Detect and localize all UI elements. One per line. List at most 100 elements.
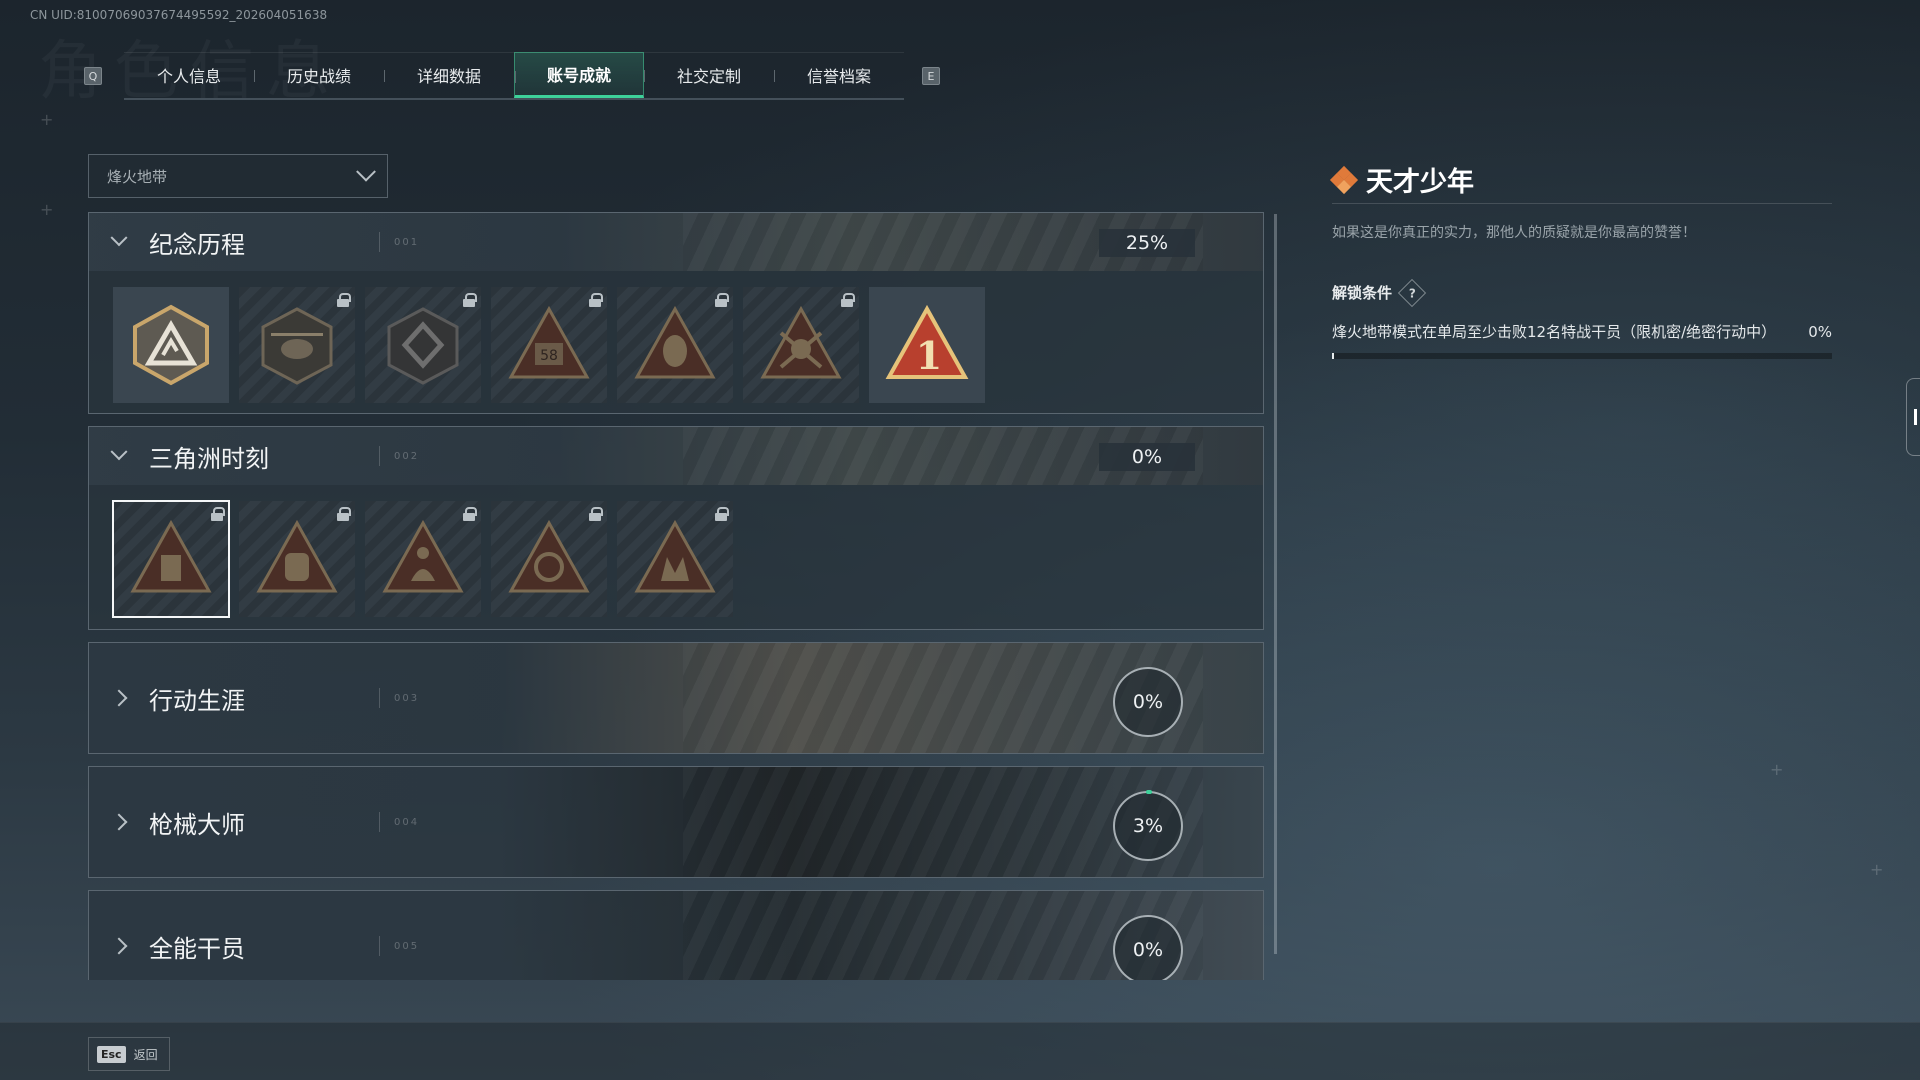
badge-tile[interactable] <box>239 287 355 403</box>
lock-icon <box>211 507 225 521</box>
condition-percent: 0% <box>1808 323 1832 341</box>
badge-tile[interactable] <box>365 287 481 403</box>
mask-badge-icon <box>256 519 338 593</box>
globe-badge-icon <box>508 519 590 593</box>
badge-tile[interactable] <box>491 501 607 617</box>
achievement-detail-panel: 天才少年 如果这是你真正的实力，那他人的质疑就是你最高的赞誉！ 解锁条件 ? 烽… <box>1329 164 1832 359</box>
tab-credit-record[interactable]: 信誉档案 <box>774 52 904 98</box>
divider <box>379 446 380 466</box>
mode-dropdown-value: 烽火地带 <box>107 167 168 186</box>
number-one-badge-icon: 1 <box>885 304 969 379</box>
deco-plus-icon: + <box>40 110 54 129</box>
divider <box>379 232 380 252</box>
tab-bar: Q 个人信息 历史战绩 详细数据 账号成就 社交定制 信誉档案 E <box>84 52 950 100</box>
svg-text:1: 1 <box>916 333 942 378</box>
category-all-round-operator: 全能干员 005 0% <box>88 890 1264 980</box>
badge-tile[interactable] <box>617 501 733 617</box>
category-code: 005 <box>394 940 420 952</box>
category-title: 全能干员 <box>149 934 245 963</box>
unlock-condition-title: 解锁条件 <box>1332 284 1393 302</box>
divider <box>379 936 380 956</box>
chevron-right-icon <box>89 689 149 707</box>
lock-icon <box>337 293 351 307</box>
badge-58-icon: 58 <box>508 305 590 379</box>
badge-tile-selected[interactable] <box>112 500 230 618</box>
category-delta-moments: 三角洲时刻 002 0% <box>88 426 1264 630</box>
next-tab-key[interactable]: E <box>922 67 940 85</box>
lock-icon <box>589 293 603 307</box>
detail-header: 天才少年 <box>1329 164 1832 204</box>
tabs: 个人信息 历史战绩 详细数据 账号成就 社交定制 信誉档案 <box>124 52 904 100</box>
detail-description: 如果这是你真正的实力，那他人的质疑就是你最高的赞誉！ <box>1332 225 1696 241</box>
tab-achievements[interactable]: 账号成就 <box>514 52 644 98</box>
category-percent: 0% <box>1132 939 1164 961</box>
lock-icon <box>715 507 729 521</box>
badge-tile[interactable]: 1 <box>869 287 985 403</box>
category-percent: 25% <box>1099 229 1195 257</box>
tab-detailed-data[interactable]: 详细数据 <box>384 52 514 98</box>
badge-tile[interactable] <box>113 287 229 403</box>
soldiers-badge-icon <box>634 519 716 593</box>
esc-key-icon: Esc <box>97 1045 126 1063</box>
lock-icon <box>715 293 729 307</box>
badge-tile[interactable] <box>743 287 859 403</box>
category-title: 枪械大师 <box>149 810 245 839</box>
category-percent-ring: 0% <box>1113 667 1183 737</box>
progress-arc <box>1146 790 1152 794</box>
condition-progress-fill <box>1332 353 1334 359</box>
badge-grid <box>89 485 1263 629</box>
lock-icon <box>463 293 477 307</box>
tab-match-history[interactable]: 历史战绩 <box>254 52 384 98</box>
deco-plus-icon: + <box>1770 760 1784 779</box>
prev-tab-key[interactable]: Q <box>84 67 102 85</box>
condition-progress-bar <box>1332 353 1832 359</box>
category-percent: 0% <box>1132 691 1164 713</box>
mask-badge-icon <box>634 305 716 379</box>
lock-icon <box>463 507 477 521</box>
unlock-condition-label: 解锁条件 ? <box>1332 278 1832 307</box>
divider <box>379 688 380 708</box>
back-button[interactable]: Esc 返回 <box>88 1037 170 1071</box>
category-percent: 3% <box>1132 815 1164 837</box>
category-title: 三角洲时刻 <box>149 444 269 473</box>
category-title: 纪念历程 <box>149 230 245 259</box>
side-drawer-handle[interactable] <box>1906 378 1920 456</box>
category-commemorative: 纪念历程 001 25% 58 1 <box>88 212 1264 414</box>
lock-icon <box>337 507 351 521</box>
skull-swords-badge-icon <box>760 305 842 379</box>
category-percent-ring: 0% <box>1113 915 1183 980</box>
achievement-category-list: 纪念历程 001 25% 58 1 三角洲时刻 002 0% 行动生涯 003 … <box>88 212 1264 980</box>
condition-text: 烽火地带模式在单局至少击败12名特战干员（限机密/绝密行动中） <box>1332 323 1777 341</box>
mode-dropdown[interactable]: 烽火地带 <box>88 154 388 198</box>
detail-title: 天才少年 <box>1366 167 1474 198</box>
badge-tile[interactable]: 58 <box>491 287 607 403</box>
footer-bar: Esc 返回 <box>0 1022 1920 1080</box>
deco-plus-icon: + <box>40 200 54 219</box>
category-header[interactable]: 纪念历程 001 25% <box>89 213 1263 271</box>
tab-social-custom[interactable]: 社交定制 <box>644 52 774 98</box>
chevron-right-icon <box>89 813 149 831</box>
badge-tile[interactable] <box>617 287 733 403</box>
lock-icon <box>589 507 603 521</box>
shield-emblem-icon <box>133 304 209 386</box>
help-icon[interactable]: ? <box>1397 278 1427 307</box>
svg-text:58: 58 <box>540 348 558 364</box>
category-percent-ring: 3% <box>1113 790 1183 861</box>
chevron-down-icon <box>89 443 149 462</box>
badge-tile[interactable] <box>365 501 481 617</box>
diamond-icon <box>1329 165 1359 194</box>
chevron-down-icon <box>356 161 376 182</box>
back-label: 返回 <box>133 1047 158 1062</box>
list-scrollbar[interactable] <box>1274 214 1277 954</box>
badge-tile[interactable] <box>239 501 355 617</box>
uid-text: CN UID:81007069037674495592_202604051638 <box>30 8 328 22</box>
category-header[interactable]: 枪械大师 004 3% <box>89 767 1263 877</box>
category-header[interactable]: 三角洲时刻 002 0% <box>89 427 1263 485</box>
tab-personal-info[interactable]: 个人信息 <box>124 52 254 98</box>
chevron-down-icon <box>89 229 149 248</box>
category-header[interactable]: 全能干员 005 0% <box>89 891 1263 980</box>
helicopter-badge-icon <box>261 307 333 385</box>
category-header[interactable]: 行动生涯 003 0% <box>89 643 1263 753</box>
lock-icon <box>841 293 855 307</box>
figure-badge-icon <box>382 519 464 593</box>
